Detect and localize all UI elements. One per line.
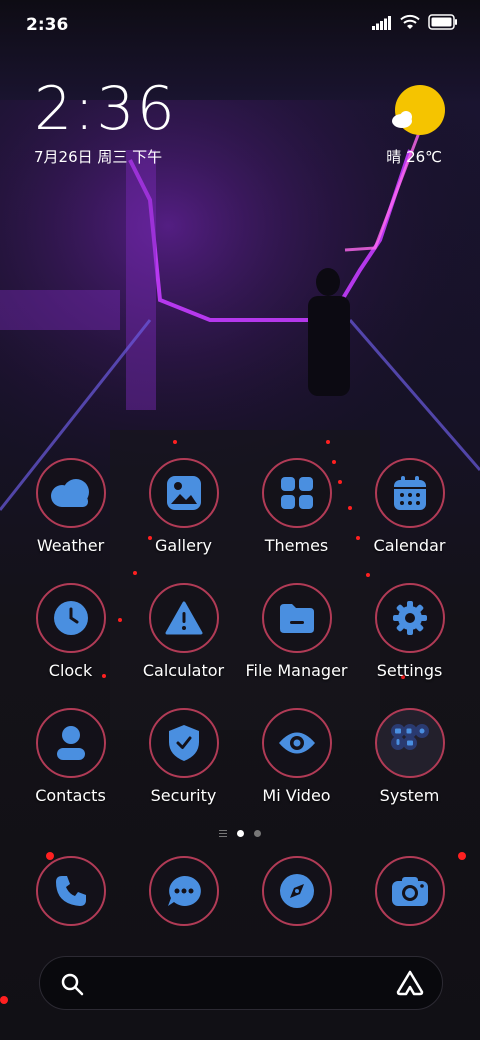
folder-icon (261, 583, 332, 653)
camera-icon (374, 856, 445, 926)
app-label: Weather (36, 536, 105, 555)
app-mi-video[interactable]: Mi Video (240, 708, 353, 833)
clock-icon (35, 583, 106, 653)
status-bar: 2:36 (0, 0, 480, 50)
dock-phone[interactable] (14, 856, 127, 936)
signal-icon (372, 15, 392, 34)
cloud-icon (35, 458, 106, 528)
message-icon (148, 856, 219, 926)
widget-date: 7月26日 周三 下午 (34, 148, 163, 166)
app-themes[interactable]: Themes (240, 458, 353, 583)
weather-text: 晴 26℃ (386, 148, 442, 166)
app-row: Weather Gallery Themes Calendar (14, 458, 466, 583)
status-icons (372, 14, 458, 34)
dock-browser[interactable] (240, 856, 353, 936)
wifi-icon (400, 14, 420, 34)
gear-icon (374, 583, 445, 653)
compass-icon (261, 856, 332, 926)
app-contacts[interactable]: Contacts (14, 708, 127, 833)
app-calendar[interactable]: Calendar (353, 458, 466, 583)
image-icon (148, 458, 219, 528)
calendar-icon (374, 458, 445, 528)
app-label: File Manager (245, 661, 348, 680)
app-label: Themes (264, 536, 329, 555)
dock-messages[interactable] (127, 856, 240, 936)
dock (14, 856, 466, 936)
search-bar[interactable] (39, 956, 443, 1010)
grid-icon (261, 458, 332, 528)
page-dot (254, 830, 261, 837)
app-system-folder[interactable]: System (353, 708, 466, 833)
eye-icon (261, 708, 332, 778)
app-label: Gallery (155, 536, 212, 555)
app-label: System (379, 786, 440, 805)
app-clock[interactable]: Clock (14, 583, 127, 708)
status-time: 2:36 (26, 15, 69, 35)
app-calculator[interactable]: Calculator (127, 583, 240, 708)
menu-lines-icon (219, 830, 227, 837)
app-file-manager[interactable]: File Manager (240, 583, 353, 708)
app-label: Contacts (35, 786, 106, 805)
phone-icon (35, 856, 106, 926)
page-indicator[interactable] (0, 830, 480, 837)
app-label: Settings (376, 661, 443, 680)
app-label: Security (150, 786, 217, 805)
app-weather[interactable]: Weather (14, 458, 127, 583)
app-label: Clock (48, 661, 93, 680)
battery-icon (428, 14, 458, 34)
weather-widget[interactable]: 晴 26℃ (346, 84, 446, 174)
assistant-icon[interactable] (396, 970, 424, 1000)
app-security[interactable]: Security (127, 708, 240, 833)
widget-time: 2:36 (34, 74, 177, 144)
person-icon (35, 708, 106, 778)
app-settings[interactable]: Settings (353, 583, 466, 708)
app-grid: Weather Gallery Themes Calendar Clock Ca… (14, 458, 466, 833)
app-gallery[interactable]: Gallery (127, 458, 240, 583)
warning-icon (148, 583, 219, 653)
app-row: Contacts Security Mi Video System (14, 708, 466, 833)
search-icon[interactable] (60, 972, 84, 1000)
folder-apps-icon (374, 708, 445, 778)
sun-cloud-icon (390, 84, 446, 144)
shield-icon (148, 708, 219, 778)
app-label: Mi Video (262, 786, 331, 805)
clock-widget[interactable]: 2:36 7月26日 周三 下午 (34, 78, 177, 167)
app-row: Clock Calculator File Manager Settings (14, 583, 466, 708)
app-label: Calculator (142, 661, 225, 680)
app-label: Calendar (373, 536, 446, 555)
dock-camera[interactable] (353, 856, 466, 936)
page-dot-active (237, 830, 244, 837)
